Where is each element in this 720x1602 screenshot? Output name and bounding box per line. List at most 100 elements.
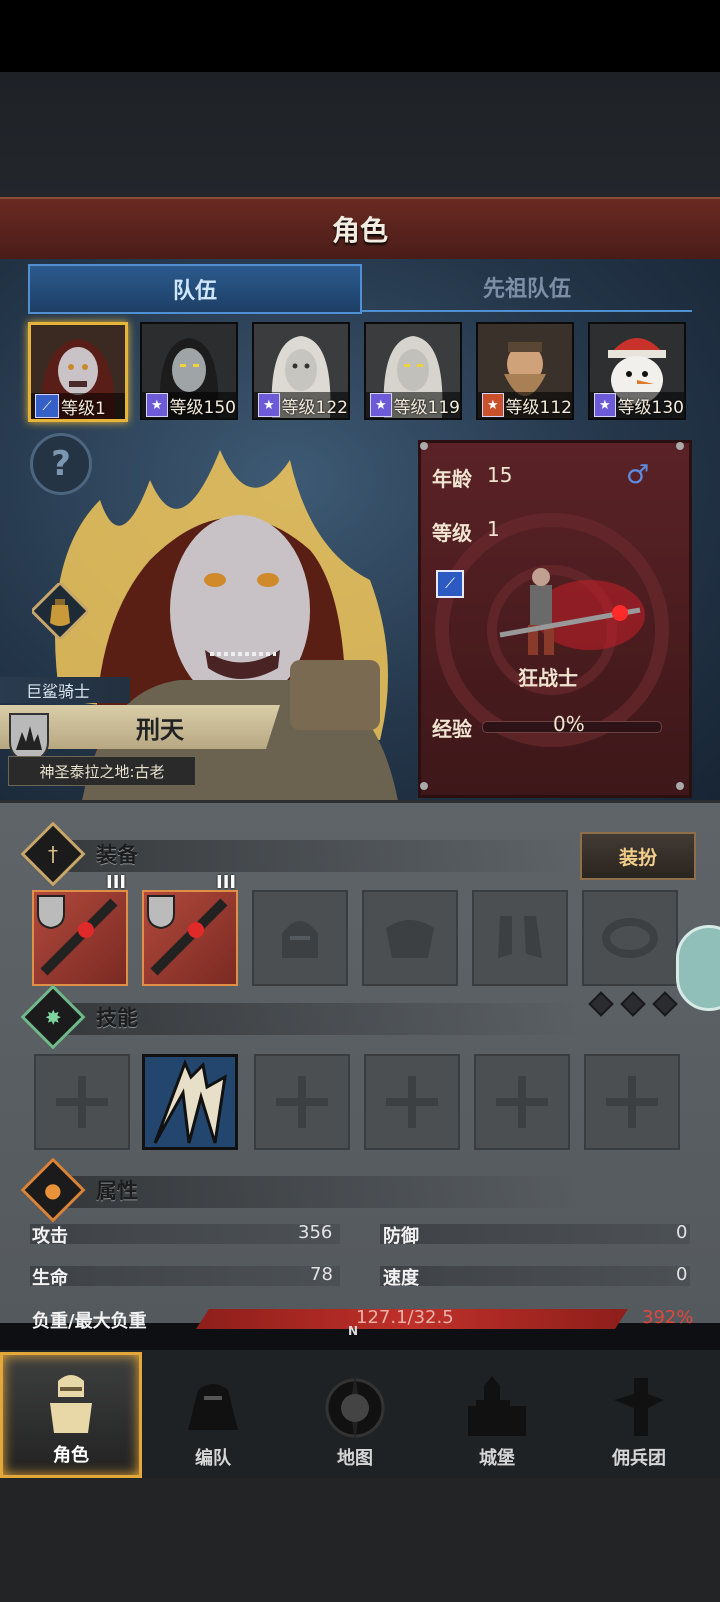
stat-row-bg bbox=[380, 1266, 690, 1286]
formation-icon bbox=[188, 1384, 238, 1430]
team-slot-1[interactable]: ⟋ 等级1 bbox=[28, 322, 128, 422]
staff-star-icon: ★ bbox=[594, 393, 616, 417]
cross-icon bbox=[276, 1076, 328, 1128]
stat-row-bg bbox=[30, 1224, 340, 1244]
castle-icon bbox=[468, 1376, 526, 1436]
knight-icon bbox=[50, 1375, 92, 1433]
level-bar: ★ 等级150 bbox=[142, 392, 236, 418]
level-label: 等级119 bbox=[393, 397, 460, 418]
equip-slot-helmet[interactable] bbox=[252, 890, 348, 986]
staff-star-icon: ★ bbox=[258, 393, 280, 417]
exp-value: 0% bbox=[553, 712, 585, 736]
load-label: 负重/最大负重 bbox=[32, 1311, 147, 1332]
claw-slash-icon bbox=[145, 1057, 235, 1147]
mercenary-icon bbox=[614, 1378, 664, 1436]
level-bar: ⟋ 等级1 bbox=[31, 393, 125, 419]
section-divider bbox=[60, 1003, 580, 1035]
boots-icon bbox=[498, 916, 542, 958]
equipment-title: 装备 bbox=[96, 843, 138, 867]
level-bar: ★ 等级112 bbox=[478, 392, 572, 418]
male-icon: ♂ bbox=[626, 460, 650, 490]
level-bar: ★ 等级122 bbox=[254, 392, 348, 418]
defense-label: 防御 bbox=[383, 1226, 419, 1247]
skill-slot-4[interactable] bbox=[364, 1054, 460, 1150]
skills-title: 技能 bbox=[96, 1006, 138, 1030]
compass-map-icon bbox=[325, 1374, 385, 1440]
page-title-bar: 角色 bbox=[0, 197, 720, 261]
cross-icon bbox=[606, 1076, 658, 1128]
bottom-backdrop bbox=[0, 1478, 720, 1602]
section-divider bbox=[60, 840, 580, 872]
cross-icon bbox=[386, 1076, 438, 1128]
equipment-header: † 装备 bbox=[20, 821, 138, 887]
exp-label: 经验 bbox=[432, 717, 472, 741]
tab-team[interactable]: 队伍 bbox=[28, 264, 362, 314]
skill-slot-6[interactable] bbox=[584, 1054, 680, 1150]
age-value: 15 bbox=[487, 463, 513, 487]
team-slot-2[interactable]: ★ 等级150 bbox=[140, 322, 238, 420]
nav-formation[interactable]: 编队 bbox=[142, 1352, 284, 1478]
nav-castle[interactable]: 城堡 bbox=[426, 1352, 568, 1478]
staff-star-icon: ★ bbox=[370, 393, 392, 417]
nav-mercenary[interactable]: 佣兵团 bbox=[568, 1352, 710, 1478]
hp-label: 生命 bbox=[32, 1268, 68, 1289]
weapon-icon bbox=[37, 895, 118, 976]
load-value: 127.1/32.5 bbox=[356, 1307, 454, 1328]
load-percent: 392% bbox=[642, 1307, 694, 1328]
equip-slot-weapon-2[interactable] bbox=[142, 890, 238, 986]
helmet-icon bbox=[282, 921, 318, 958]
ring-icon bbox=[602, 918, 658, 958]
cross-icon bbox=[56, 1076, 108, 1128]
level-value-card: 1 bbox=[487, 517, 500, 541]
team-slot-4[interactable]: ★ 等级119 bbox=[364, 322, 462, 420]
level-bar: ★ 等级119 bbox=[366, 392, 460, 418]
skill-slot-5[interactable] bbox=[474, 1054, 570, 1150]
berserker-figure bbox=[499, 568, 645, 655]
stat-row-bg bbox=[380, 1224, 690, 1244]
equip-slot-weapon-1[interactable] bbox=[32, 890, 128, 986]
nav-castle-label: 城堡 bbox=[479, 1448, 515, 1469]
attack-label: 攻击 bbox=[32, 1226, 68, 1247]
status-bar-area bbox=[0, 0, 720, 72]
axe-star-icon: ★ bbox=[482, 393, 504, 417]
speed-value: 0 bbox=[676, 1264, 688, 1285]
hero-name: 刑天 bbox=[136, 715, 184, 744]
side-tab-button[interactable] bbox=[676, 925, 720, 1011]
sword-icon: ⟋ bbox=[436, 570, 464, 598]
class-name: 狂战士 bbox=[518, 666, 578, 690]
help-button[interactable]: ? bbox=[30, 433, 92, 495]
hero-origin: 神圣泰拉之地:古老 bbox=[8, 756, 196, 786]
stat-row-bg bbox=[30, 1266, 340, 1286]
equip-slot-armor[interactable] bbox=[362, 890, 458, 986]
skill-slot-2[interactable] bbox=[142, 1054, 238, 1150]
level-label: 等级122 bbox=[281, 397, 348, 418]
defense-value: 0 bbox=[676, 1222, 688, 1243]
tab-ancestor-team[interactable]: 先祖队伍 bbox=[362, 264, 692, 312]
team-slot-3[interactable]: ★ 等级122 bbox=[252, 322, 350, 420]
tier-badge: III bbox=[216, 872, 237, 893]
speed-label: 速度 bbox=[383, 1268, 419, 1289]
nav-character[interactable]: 角色 bbox=[0, 1352, 142, 1478]
hp-value: 78 bbox=[310, 1264, 333, 1285]
team-slot-5[interactable]: ★ 等级112 bbox=[476, 322, 574, 420]
potion-icon[interactable] bbox=[32, 583, 88, 639]
equip-slot-ring[interactable] bbox=[582, 890, 678, 986]
top-backdrop bbox=[0, 72, 720, 197]
outfit-button[interactable]: 装扮 bbox=[580, 832, 696, 880]
cross-icon bbox=[496, 1076, 548, 1128]
age-label: 年龄 bbox=[432, 467, 472, 491]
level-label-card: 等级 bbox=[432, 521, 472, 545]
armor-icon bbox=[386, 920, 434, 958]
equip-slot-boots[interactable] bbox=[472, 890, 568, 986]
level-label: 等级112 bbox=[505, 397, 572, 418]
team-slot-6[interactable]: ★ 等级130 bbox=[588, 322, 686, 420]
skill-slot-1[interactable] bbox=[34, 1054, 130, 1150]
attributes-title: 属性 bbox=[96, 1179, 138, 1203]
nav-map[interactable]: 地图 bbox=[284, 1352, 426, 1478]
level-label: 等级1 bbox=[61, 398, 106, 419]
section-divider bbox=[60, 1176, 580, 1208]
hero-class-label: 巨鲨骑士 bbox=[0, 677, 130, 703]
skill-slot-3[interactable] bbox=[254, 1054, 350, 1150]
level-label: 等级130 bbox=[617, 397, 684, 418]
level-label: 等级150 bbox=[169, 397, 236, 418]
